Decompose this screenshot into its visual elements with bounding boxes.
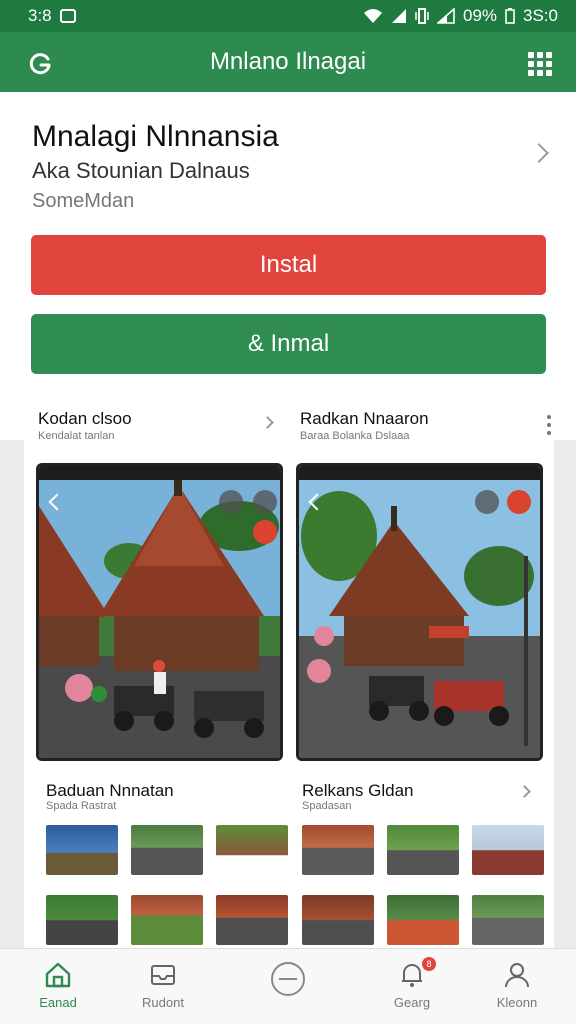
battery-percent: 09%	[462, 6, 498, 25]
temple-scene-image	[39, 466, 280, 758]
section-subtitle-left: Spada Rastrat	[46, 800, 117, 812]
thumbnail[interactable]	[46, 825, 118, 875]
nav-item-profile[interactable]: Kleonn	[467, 949, 567, 1024]
app-subtitle: Aka Stounian Dalnaus	[32, 158, 250, 183]
chevron-right-icon[interactable]	[518, 785, 531, 798]
thumbnail[interactable]	[131, 825, 203, 875]
screenshot-status-bar	[39, 466, 280, 480]
battery-icon	[505, 8, 515, 24]
section-subtitle-right: Spadasan	[302, 800, 352, 812]
status-right: 09% 3S:0	[363, 6, 558, 26]
signal-icon	[391, 9, 406, 23]
nav-item-add[interactable]	[238, 949, 338, 1024]
thumbnail[interactable]	[216, 895, 288, 945]
inbox-icon	[151, 965, 175, 985]
gallery-column-right: Radkan Nnaaron Baraa Bolanka Dslaaa Relk…	[292, 395, 551, 950]
grid-menu-icon[interactable]	[528, 52, 552, 76]
nav-label: Kleonn	[496, 995, 538, 1010]
uninstall-button[interactable]: & Inmal	[31, 314, 546, 374]
nav-item-home[interactable]: Eanad	[8, 949, 108, 1024]
record-icon	[253, 520, 277, 544]
gallery-left-title: Kodan clsoo	[38, 409, 132, 428]
app-name: Mnalagi Nlnnansia	[32, 120, 279, 153]
chevron-right-icon[interactable]	[529, 143, 549, 163]
nav-label: Rudont	[142, 995, 184, 1010]
install-button[interactable]: Instal	[31, 235, 546, 295]
gallery-right-subtitle: Baraa Bolanka Dslaaa	[300, 430, 410, 442]
refresh-icon[interactable]	[28, 50, 54, 76]
gallery-column-left: Kodan clsoo Kendalat tanlan Baduan Nnnat…	[24, 395, 288, 950]
thumbnail[interactable]	[302, 825, 374, 875]
section-title-left: Baduan Nnnatan	[46, 781, 174, 800]
thumbnail[interactable]	[387, 895, 459, 945]
wifi-icon	[363, 9, 382, 23]
chevron-right-icon[interactable]	[261, 416, 274, 429]
screenshot-status-bar	[299, 466, 540, 480]
thumbnail[interactable]	[131, 895, 203, 945]
notification-app-icon	[59, 9, 76, 23]
bottom-navigation: Eanad Rudont 8 Gearg Kleonn	[0, 948, 576, 1024]
notification-badge: 8	[422, 957, 436, 971]
thumbnail-grid-right	[302, 825, 544, 945]
profile-icon	[505, 963, 529, 988]
nav-item-notifications[interactable]: 8 Gearg	[362, 949, 462, 1024]
thumbnail[interactable]	[472, 895, 544, 945]
nav-label: Eanad	[39, 995, 77, 1010]
app-bar: Mnlano Ilnagai	[0, 32, 576, 92]
vibrate-icon	[415, 8, 429, 24]
thumbnail[interactable]	[216, 825, 288, 875]
thumbnail-grid-left	[46, 825, 288, 945]
add-circle-icon	[271, 962, 305, 996]
gallery: Kodan clsoo Kendalat tanlan Baduan Nnnat…	[24, 395, 554, 950]
screenshot-right[interactable]	[296, 463, 543, 761]
nav-label: Gearg	[393, 995, 431, 1010]
status-bar: 3:8 09% 3S:0	[0, 0, 576, 32]
nav-item-inbox[interactable]: Rudont	[113, 949, 213, 1024]
share-icon	[475, 490, 499, 514]
temple-scene-image	[299, 466, 540, 758]
status-left: 3:8	[28, 6, 76, 26]
thumbnail[interactable]	[472, 825, 544, 875]
app-header: Mnalagi Nlnnansia Aka Stounian Dalnaus S…	[0, 92, 576, 442]
status-clock: 3S:0	[523, 6, 558, 25]
home-icon	[45, 962, 71, 988]
thumbnail[interactable]	[387, 825, 459, 875]
more-options-icon[interactable]	[547, 415, 551, 435]
app-bar-title: Mnlano Ilnagai	[209, 48, 367, 75]
gallery-left-subtitle: Kendalat tanlan	[38, 430, 115, 442]
record-icon	[507, 490, 531, 514]
screenshot-left[interactable]	[36, 463, 283, 761]
share-icon	[219, 490, 243, 514]
signal-strength-icon	[436, 8, 455, 24]
app-category: SomeMdan	[32, 190, 135, 212]
section-title-right: Relkans Gldan	[302, 781, 414, 800]
gallery-right-title: Radkan Nnaaron	[300, 409, 429, 428]
thumbnail[interactable]	[302, 895, 374, 945]
settings-icon	[253, 490, 277, 514]
status-time: 3:8	[28, 6, 52, 25]
thumbnail[interactable]	[46, 895, 118, 945]
